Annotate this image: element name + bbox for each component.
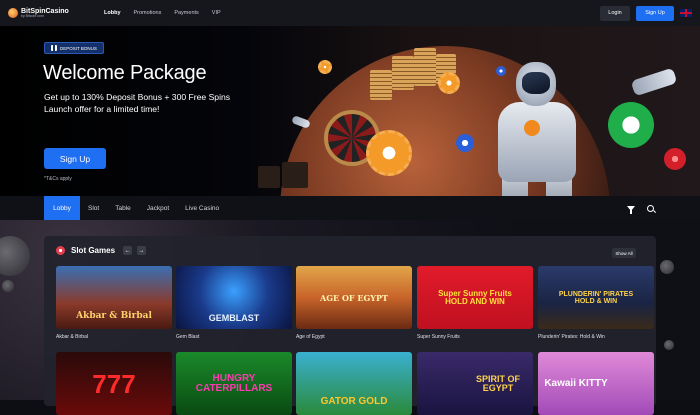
- casino-chip-icon: [56, 246, 65, 255]
- hero-banner: DEPOSIT BONUS Welcome Package Get up to …: [0, 26, 700, 196]
- game-card-gem-blast[interactable]: GEMBLAST: [176, 266, 292, 329]
- game-card-super-sunny-fruits[interactable]: Super Sunny Fruits HOLD AND WIN: [417, 266, 533, 329]
- orange-chip-illustration: [438, 72, 460, 94]
- hero-signup-button[interactable]: Sign Up: [44, 148, 106, 169]
- header-signup-button[interactable]: Sign Up: [636, 5, 674, 21]
- next-arrow-button[interactable]: →: [137, 246, 147, 255]
- game-name[interactable]: Akbar & Birbal: [56, 334, 88, 340]
- game-name[interactable]: Super Sunny Fruits: [417, 334, 460, 340]
- coin-stack-illustration: [392, 56, 414, 90]
- orange-chip-illustration: [366, 130, 412, 176]
- red-chip-illustration: [664, 148, 686, 170]
- game-card-age-of-egypt[interactable]: AGE OF EGYPT: [296, 266, 412, 329]
- tab-table[interactable]: Table: [107, 196, 139, 220]
- game-card-plunderin-pirates[interactable]: PLUNDERIN' PIRATES HOLD & WIN: [538, 266, 654, 329]
- game-name[interactable]: Plunderin' Pirates: Hold & Win: [538, 334, 605, 340]
- nav-vip[interactable]: VIP: [212, 10, 221, 16]
- game-card-row2-2[interactable]: HUNGRY CATERPILLARS: [176, 352, 292, 415]
- deposit-bonus-badge: DEPOSIT BONUS: [44, 42, 104, 54]
- dice-illustration: [282, 162, 308, 188]
- top-bar: BitSpinCasino by Bitcoin.com Lobby Promo…: [0, 0, 700, 26]
- category-tabs: Lobby Slot Table Jackpot Live Casino: [0, 196, 700, 220]
- filter-icon[interactable]: [627, 205, 635, 214]
- logo-subtitle: by Bitcoin.com: [21, 13, 44, 18]
- terms-note[interactable]: *T&Cs apply: [44, 176, 72, 182]
- nav-lobby[interactable]: Lobby: [104, 10, 121, 16]
- tab-slot[interactable]: Slot: [80, 196, 107, 220]
- tab-jackpot[interactable]: Jackpot: [139, 196, 177, 220]
- game-card-row2-4[interactable]: SPIRIT OF EGYPT: [417, 352, 533, 415]
- logo-icon: [8, 8, 18, 18]
- astronaut-illustration: [478, 62, 598, 196]
- dice-illustration: [258, 166, 280, 188]
- spaceship-illustration: [630, 67, 678, 97]
- slot-games-section: Slot Games ← → Show All Akbar & Birbal A…: [44, 236, 656, 415]
- game-card-row2-5[interactable]: Kawaii KITTY: [538, 352, 654, 415]
- search-icon[interactable]: [647, 204, 654, 212]
- gift-icon: [51, 45, 57, 51]
- hero-title: Welcome Package: [43, 62, 207, 84]
- login-button[interactable]: Login: [600, 5, 630, 21]
- game-name[interactable]: Gem Blast: [176, 334, 199, 340]
- green-chip-illustration: [608, 102, 654, 148]
- asteroid-illustration: [0, 236, 30, 276]
- blue-chip-illustration: [456, 134, 474, 152]
- hero-description: Get up to 130% Deposit Bonus + 300 Free …: [44, 92, 231, 114]
- show-all-button[interactable]: Show All: [612, 248, 636, 258]
- coin-stack-illustration: [414, 48, 436, 86]
- logo[interactable]: BitSpinCasino by Bitcoin.com: [8, 8, 82, 19]
- game-card-row2-1[interactable]: 777: [56, 352, 172, 415]
- nav-payments[interactable]: Payments: [174, 10, 198, 16]
- main-nav: Lobby Promotions Payments VIP: [104, 10, 234, 16]
- tab-lobby[interactable]: Lobby: [44, 196, 80, 220]
- badge-label: DEPOSIT BONUS: [60, 45, 97, 51]
- coin-stack-illustration: [370, 70, 392, 100]
- prev-arrow-button[interactable]: ←: [123, 246, 133, 255]
- game-name[interactable]: Age of Egypt: [296, 334, 325, 340]
- uk-flag-icon[interactable]: [680, 9, 692, 17]
- section-title: Slot Games: [71, 246, 116, 255]
- nav-promotions[interactable]: Promotions: [134, 10, 162, 16]
- orange-chip-illustration: [318, 60, 332, 74]
- asteroid-illustration: [2, 280, 14, 292]
- game-card-row2-3[interactable]: GATOR GOLD: [296, 352, 412, 415]
- game-card-akbar-birbal[interactable]: Akbar & Birbal: [56, 266, 172, 329]
- tab-live-casino[interactable]: Live Casino: [177, 196, 227, 220]
- asteroid-illustration: [660, 260, 674, 274]
- asteroid-illustration: [664, 340, 674, 350]
